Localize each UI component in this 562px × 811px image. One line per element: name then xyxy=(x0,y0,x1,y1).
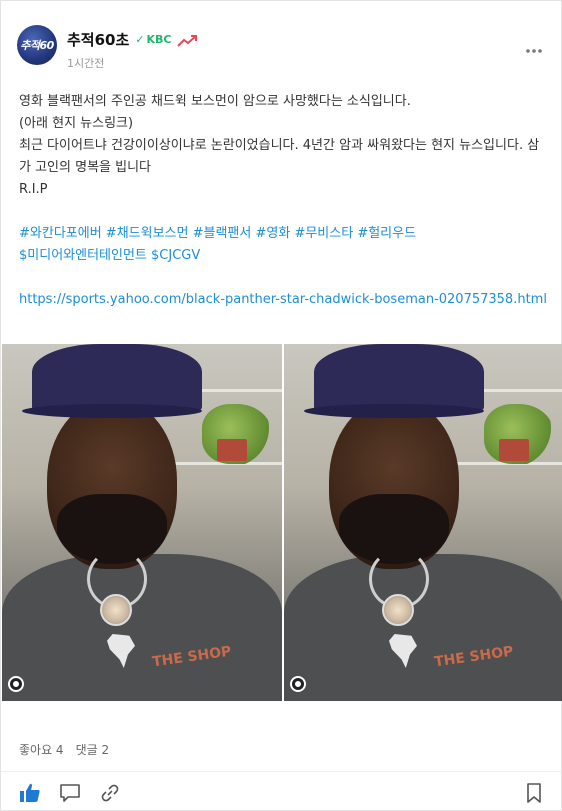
hashtag[interactable]: #와칸다포에버 xyxy=(19,226,102,241)
media-gallery: THE SHOP THE SHOP xyxy=(2,344,562,701)
plant-pot xyxy=(499,439,529,461)
like-count[interactable]: 좋아요 4 xyxy=(19,741,64,758)
hashtag[interactable]: #영화 xyxy=(255,226,290,241)
post-text-line: 최근 다이어트냐 건강이이상이냐로 논란이었습니다. 4년간 암과 싸워왔다는 … xyxy=(19,138,540,175)
post-content: 영화 블랙팬서의 주인공 채드윅 보스먼이 암으로 사망했다는 소식입니다. (… xyxy=(19,91,549,311)
post-card: 추적60 추적60초 ✓ KBC 1시간전 영화 블랙팬서의 주인공 채드윅 보… xyxy=(0,0,562,811)
news-link[interactable]: https://sports.yahoo.com/black-panther-s… xyxy=(19,289,549,311)
thumbs-up-icon[interactable] xyxy=(19,782,41,804)
trending-up-icon xyxy=(177,33,199,47)
video-frame[interactable]: THE SHOP xyxy=(2,344,282,701)
cap-brim xyxy=(304,404,484,418)
post-text-line: 영화 블랙팬서의 주인공 채드윅 보스먼이 암으로 사망했다는 소식입니다. xyxy=(19,94,411,109)
author-name[interactable]: 추적60초 xyxy=(67,29,129,50)
plant-pot xyxy=(217,439,247,461)
hashtag[interactable]: #무비스타 xyxy=(294,226,353,241)
comment-icon[interactable] xyxy=(59,782,81,804)
cashtag[interactable]: $CJCGV xyxy=(151,248,200,263)
profile-icon[interactable] xyxy=(290,676,306,692)
profile-icon[interactable] xyxy=(8,676,24,692)
hashtag[interactable]: #헐리우드 xyxy=(357,226,416,241)
cashtag[interactable]: $미디어와엔터테인먼트 xyxy=(19,248,147,263)
hashtag-list: #와칸다포에버 #채드윅보스먼 #블랙팬서 #영화 #무비스타 #헐리우드 xyxy=(19,223,549,245)
avatar-text: 추적60 xyxy=(20,39,54,52)
avatar[interactable]: 추적60 xyxy=(17,25,57,65)
bookmark-icon[interactable] xyxy=(523,782,545,804)
post-text-line: R.I.P xyxy=(19,182,48,197)
action-bar xyxy=(19,779,545,807)
verified-badge: ✓ KBC xyxy=(135,33,171,46)
post-timestamp: 1시간전 xyxy=(67,57,105,70)
comment-count[interactable]: 댓글 2 xyxy=(76,741,110,758)
divider xyxy=(1,771,561,772)
hashtag[interactable]: #채드윅보스먼 xyxy=(106,226,189,241)
pendant xyxy=(100,594,132,626)
video-frame[interactable]: THE SHOP xyxy=(282,344,562,701)
pendant xyxy=(382,594,414,626)
badge-label: KBC xyxy=(146,33,172,46)
link-icon[interactable] xyxy=(99,782,121,804)
cap-brim xyxy=(22,404,202,418)
post-stats: 좋아요 4 댓글 2 xyxy=(19,741,109,758)
post-header: 추적60 추적60초 ✓ KBC 1시간전 xyxy=(1,1,561,81)
check-icon: ✓ xyxy=(135,33,145,46)
post-text-line: (아래 현지 뉴스링크) xyxy=(19,116,134,131)
more-icon[interactable] xyxy=(525,39,543,58)
hashtag[interactable]: #블랙팬서 xyxy=(193,226,252,241)
author-row: 추적60초 ✓ KBC xyxy=(67,29,199,50)
cashtag-list: $미디어와엔터테인먼트 $CJCGV xyxy=(19,245,549,267)
